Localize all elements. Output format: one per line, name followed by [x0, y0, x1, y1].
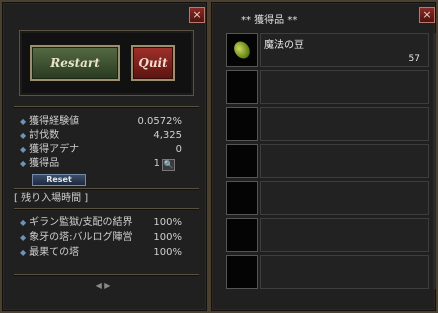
- zone-row: ◆ 最果ての塔 100%: [20, 246, 182, 259]
- bullet-icon: ◆: [20, 117, 27, 126]
- restart-button[interactable]: Restart: [30, 45, 120, 81]
- item-info: [260, 70, 429, 104]
- magnifier-icon[interactable]: 🔍: [162, 159, 175, 171]
- magic-bean-icon: [230, 38, 254, 62]
- loot-panel: × ** 獲得品 ** 魔法の豆 57: [209, 0, 438, 313]
- item-info: [260, 107, 429, 141]
- item-name: 魔法の豆: [264, 40, 304, 51]
- result-panel: × Restart Quit ◆ 獲得経験値 0.0572% ◆ 討伐数 4,325…: [0, 0, 209, 313]
- stat-value: 4,325: [153, 130, 182, 141]
- remaining-time-header: [ 残り入場時間 ]: [14, 193, 89, 204]
- bullet-icon: ◆: [20, 218, 27, 227]
- action-button-box: Restart Quit: [19, 30, 194, 96]
- item-slot[interactable]: [226, 33, 258, 67]
- item-slot: [226, 181, 258, 215]
- zone-value: 100%: [153, 217, 182, 228]
- quit-button[interactable]: Quit: [131, 45, 175, 81]
- item-count: 57: [408, 54, 420, 64]
- close-loot-icon[interactable]: ×: [419, 7, 435, 23]
- item-info: [260, 255, 429, 289]
- zone-row: ◆ ギラン監獄/支配の結界 100%: [20, 216, 182, 229]
- zone-label: 象牙の塔:バルログ陣営: [29, 232, 133, 243]
- zone-label: ギラン監獄/支配の結界: [29, 217, 133, 228]
- list-item: [226, 218, 429, 252]
- bullet-icon: ◆: [20, 131, 27, 140]
- scrollbar[interactable]: [433, 33, 436, 289]
- list-item: [226, 181, 429, 215]
- divider: [14, 188, 199, 189]
- list-item: [226, 144, 429, 178]
- stat-exp-row: ◆ 獲得経験値 0.0572%: [20, 115, 182, 128]
- stat-value: 0: [175, 144, 182, 155]
- bullet-icon: ◆: [20, 145, 27, 154]
- stat-label: 獲得アデナ: [29, 144, 80, 155]
- item-slot: [226, 144, 258, 178]
- list-item: [226, 107, 429, 141]
- loot-title: ** 獲得品 **: [241, 15, 298, 26]
- stat-label: 獲得経験値: [29, 116, 80, 127]
- item-info: [260, 181, 429, 215]
- stat-kills-row: ◆ 討伐数 4,325: [20, 129, 182, 142]
- reset-button[interactable]: Reset: [32, 174, 86, 186]
- divider: [14, 208, 199, 209]
- bullet-icon: ◆: [20, 248, 27, 257]
- stat-adena-row: ◆ 獲得アデナ 0: [20, 143, 182, 156]
- stat-items-row: ◆ 獲得品 1: [20, 157, 160, 170]
- close-result-icon[interactable]: ×: [189, 7, 205, 23]
- item-slot: [226, 218, 258, 252]
- zone-label: 最果ての塔: [29, 247, 80, 258]
- stat-label: 討伐数: [29, 130, 60, 141]
- list-item: [226, 255, 429, 289]
- bullet-icon: ◆: [20, 233, 27, 242]
- item-info: [260, 218, 429, 252]
- stat-label: 獲得品: [29, 158, 60, 169]
- item-slot: [226, 255, 258, 289]
- item-slot: [226, 107, 258, 141]
- divider: [14, 106, 199, 107]
- bullet-icon: ◆: [20, 159, 27, 168]
- item-slot: [226, 70, 258, 104]
- stat-value: 0.0572%: [137, 116, 183, 127]
- stat-value: 1: [153, 158, 160, 169]
- list-item[interactable]: 魔法の豆 57: [226, 33, 429, 67]
- item-info: 魔法の豆 57: [260, 33, 429, 67]
- page-arrows-icon[interactable]: ◀ ▶: [86, 281, 120, 291]
- zone-value: 100%: [153, 247, 182, 258]
- divider: [14, 274, 199, 275]
- item-info: [260, 144, 429, 178]
- loot-list: 魔法の豆 57: [226, 33, 429, 289]
- zone-row: ◆ 象牙の塔:バルログ陣営 100%: [20, 231, 182, 244]
- list-item: [226, 70, 429, 104]
- zone-value: 100%: [153, 232, 182, 243]
